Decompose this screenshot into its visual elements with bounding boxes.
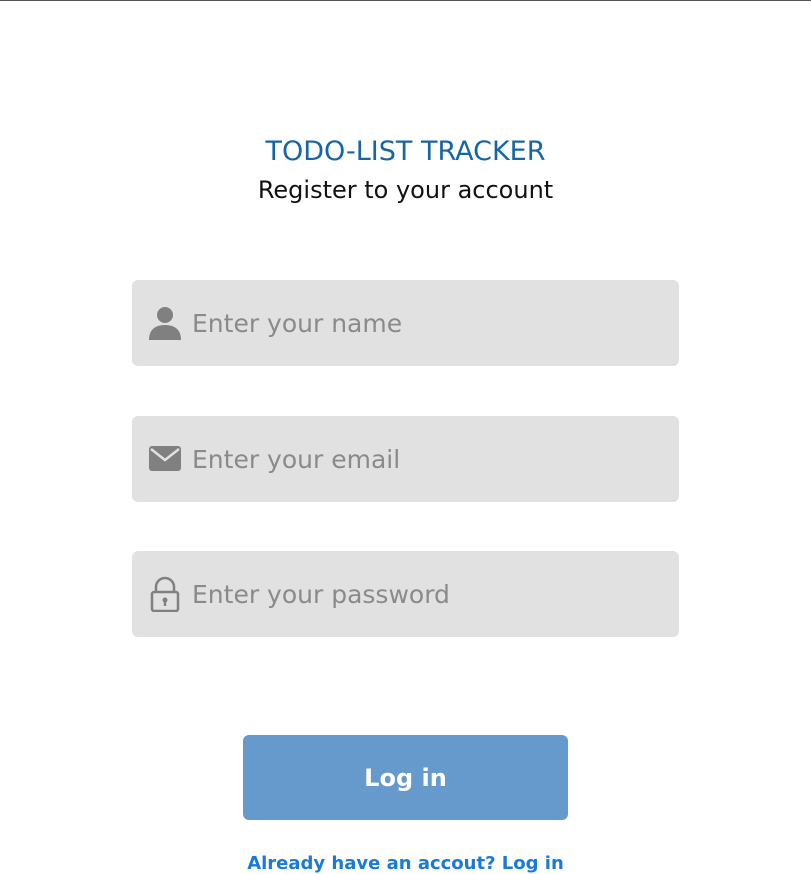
login-link[interactable]: Already have an accout? Log in bbox=[0, 853, 811, 874]
password-input[interactable] bbox=[192, 551, 662, 637]
email-input[interactable] bbox=[192, 416, 662, 502]
name-input[interactable] bbox=[192, 280, 662, 366]
password-field[interactable] bbox=[132, 551, 679, 637]
user-icon bbox=[148, 305, 182, 341]
login-button[interactable]: Log in bbox=[243, 735, 568, 820]
app-title: TODO-LIST TRACKER bbox=[265, 136, 546, 167]
name-field[interactable] bbox=[132, 280, 679, 366]
envelope-icon bbox=[148, 441, 182, 477]
lock-icon bbox=[148, 576, 182, 613]
page-subtitle: Register to your account bbox=[257, 176, 554, 204]
email-field[interactable] bbox=[132, 416, 679, 502]
window-top-border bbox=[0, 0, 811, 1]
